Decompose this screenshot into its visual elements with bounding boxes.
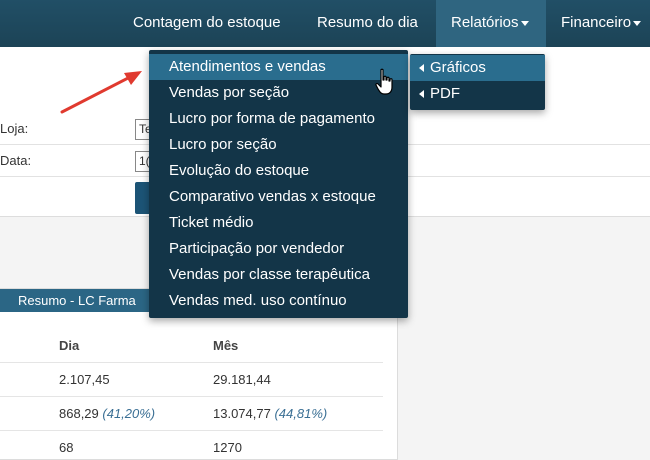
cell-dia: 68 bbox=[59, 440, 73, 455]
cell-dia-percent: (41,20%) bbox=[102, 406, 156, 421]
relatorios-dropdown: Atendimentos e vendas Vendas por seção L… bbox=[149, 50, 408, 318]
menu-item-ticket-medio[interactable]: Ticket médio bbox=[149, 210, 408, 236]
menu-item-lucro-forma-pagamento[interactable]: Lucro por forma de pagamento bbox=[149, 106, 408, 132]
top-navbar: Contagem do estoque Resumo do dia Relató… bbox=[0, 0, 650, 47]
submenu-item-pdf-label: PDF bbox=[430, 85, 460, 102]
cell-dia-value: 68 bbox=[59, 440, 74, 455]
cell-dia-value: 2.107,45 bbox=[59, 372, 110, 387]
menu-item-lucro-secao[interactable]: Lucro por seção bbox=[149, 132, 408, 158]
cell-mes: 29.181,44 bbox=[213, 372, 271, 387]
cell-mes: 13.074,77 (44,81%) bbox=[213, 406, 327, 421]
menu-item-vendas-uso-continuo[interactable]: Vendas med. uso contínuo bbox=[149, 288, 408, 314]
cell-dia: 868,29 (41,20%) bbox=[59, 406, 155, 421]
submenu-item-graficos-label: Gráficos bbox=[430, 59, 486, 76]
nav-resumo-dia-label: Resumo do dia bbox=[317, 14, 418, 31]
nav-contagem-estoque-label: Contagem do estoque bbox=[133, 14, 281, 31]
loja-label: Loja: bbox=[0, 121, 29, 136]
column-header-mes: Mês bbox=[213, 338, 239, 353]
table-row: 2.107,45 29.181,44 bbox=[0, 363, 383, 397]
submenu-item-graficos[interactable]: Gráficos bbox=[410, 55, 545, 81]
table-header-row: Dia Mês bbox=[0, 329, 383, 363]
nav-relatorios-label: Relatórios bbox=[451, 14, 519, 31]
cell-mes-percent: (44,81%) bbox=[274, 406, 328, 421]
data-label: Data: bbox=[0, 153, 32, 168]
nav-financeiro-label: Financeiro bbox=[561, 14, 632, 31]
chevron-left-icon bbox=[419, 64, 424, 72]
submenu-item-pdf[interactable]: PDF bbox=[410, 81, 545, 107]
nav-resumo-dia[interactable]: Resumo do dia bbox=[317, 0, 418, 47]
menu-item-atendimentos-vendas[interactable]: Atendimentos e vendas bbox=[149, 54, 408, 80]
cell-dia: 2.107,45 bbox=[59, 372, 110, 387]
chevron-down-icon bbox=[520, 20, 529, 26]
column-header-dia: Dia bbox=[59, 338, 80, 353]
menu-item-vendas-classe-terapeutica[interactable]: Vendas por classe terapêutica bbox=[149, 262, 408, 288]
menu-item-vendas-secao[interactable]: Vendas por seção bbox=[149, 80, 408, 106]
cell-dia-value: 868,29 bbox=[59, 406, 99, 421]
chevron-down-icon bbox=[633, 20, 642, 26]
nav-financeiro[interactable]: Financeiro bbox=[561, 0, 642, 47]
menu-item-comparativo-vendas-estoque[interactable]: Comparativo vendas x estoque bbox=[149, 184, 408, 210]
menu-item-participacao-vendedor[interactable]: Participação por vendedor bbox=[149, 236, 408, 262]
chevron-left-icon bbox=[419, 90, 424, 98]
table-row: 68 1270 bbox=[0, 431, 383, 460]
cell-mes-value: 29.181,44 bbox=[213, 372, 271, 387]
cell-mes-value: 1270 bbox=[213, 440, 242, 455]
menu-item-evolucao-estoque[interactable]: Evolução do estoque bbox=[149, 158, 408, 184]
hand-cursor-icon bbox=[375, 68, 393, 95]
nav-contagem-estoque[interactable]: Contagem do estoque bbox=[133, 0, 281, 47]
table-row: 868,29 (41,20%) 13.074,77 (44,81%) bbox=[0, 397, 383, 431]
atendimentos-submenu: Gráficos PDF bbox=[410, 54, 545, 110]
cell-mes: 1270 bbox=[213, 440, 242, 455]
cell-mes-value: 13.074,77 bbox=[213, 406, 271, 421]
nav-relatorios[interactable]: Relatórios bbox=[436, 0, 546, 47]
